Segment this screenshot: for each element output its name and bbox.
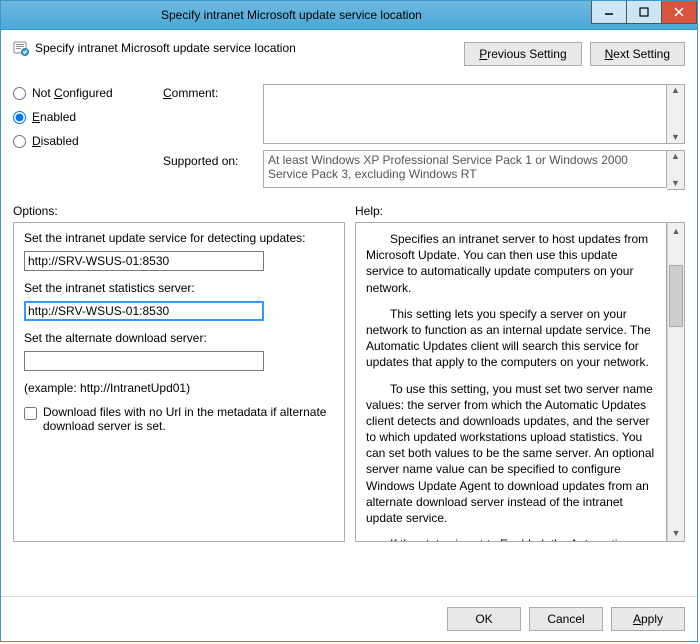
options-pane: Set the intranet update service for dete… (13, 222, 345, 542)
scroll-thumb[interactable] (669, 265, 683, 327)
example-text: (example: http://IntranetUpd01) (24, 381, 334, 395)
help-heading: Help: (355, 204, 383, 218)
alt-input[interactable] (24, 351, 264, 371)
supported-on-text: At least Windows XP Professional Service… (263, 150, 667, 188)
maximize-button[interactable] (626, 1, 662, 24)
radio-enabled[interactable]: Enabled (13, 110, 163, 124)
window-title: Specify intranet Microsoft update servic… (161, 8, 422, 22)
footer: OK Cancel Apply (1, 596, 697, 641)
radio-not-configured[interactable]: Not Configured (13, 86, 163, 100)
comment-label: Comment: (163, 84, 263, 100)
scroll-up-icon[interactable]: ▲ (668, 223, 684, 239)
supported-scrollbar[interactable]: ▲▼ (667, 150, 685, 190)
radio-disabled[interactable]: Disabled (13, 134, 163, 148)
comment-textarea[interactable] (263, 84, 667, 144)
minimize-button[interactable] (591, 1, 627, 24)
ok-button[interactable]: OK (447, 607, 521, 631)
help-paragraph: To use this setting, you must set two se… (366, 381, 656, 527)
next-setting-button[interactable]: Next Setting (590, 42, 685, 66)
previous-setting-button[interactable]: Previous Setting (464, 42, 581, 66)
policy-icon (13, 40, 29, 56)
cancel-button[interactable]: Cancel (529, 607, 603, 631)
download-no-url-checkbox[interactable]: Download files with no Url in the metada… (24, 405, 334, 433)
supported-label: Supported on: (163, 150, 263, 168)
scroll-down-icon[interactable]: ▼ (668, 525, 684, 541)
apply-button[interactable]: Apply (611, 607, 685, 631)
titlebar[interactable]: Specify intranet Microsoft update servic… (1, 1, 697, 30)
close-button[interactable] (661, 1, 697, 24)
help-scrollbar[interactable]: ▲ ▼ (667, 222, 685, 542)
detect-input[interactable] (24, 251, 264, 271)
help-paragraph: This setting lets you specify a server o… (366, 306, 656, 371)
alt-label: Set the alternate download server: (24, 331, 334, 345)
options-heading: Options: (13, 204, 355, 218)
help-paragraph: Specifies an intranet server to host upd… (366, 231, 656, 296)
stats-input[interactable] (24, 301, 264, 321)
stats-label: Set the intranet statistics server: (24, 281, 334, 295)
policy-name: Specify intranet Microsoft update servic… (35, 41, 296, 55)
detect-label: Set the intranet update service for dete… (24, 231, 334, 245)
dialog-window: Specify intranet Microsoft update servic… (0, 0, 698, 642)
help-paragraph: If the status is set to Enabled, the Aut… (366, 536, 656, 542)
help-pane: Specifies an intranet server to host upd… (355, 222, 667, 542)
comment-scrollbar[interactable]: ▲▼ (667, 84, 685, 144)
